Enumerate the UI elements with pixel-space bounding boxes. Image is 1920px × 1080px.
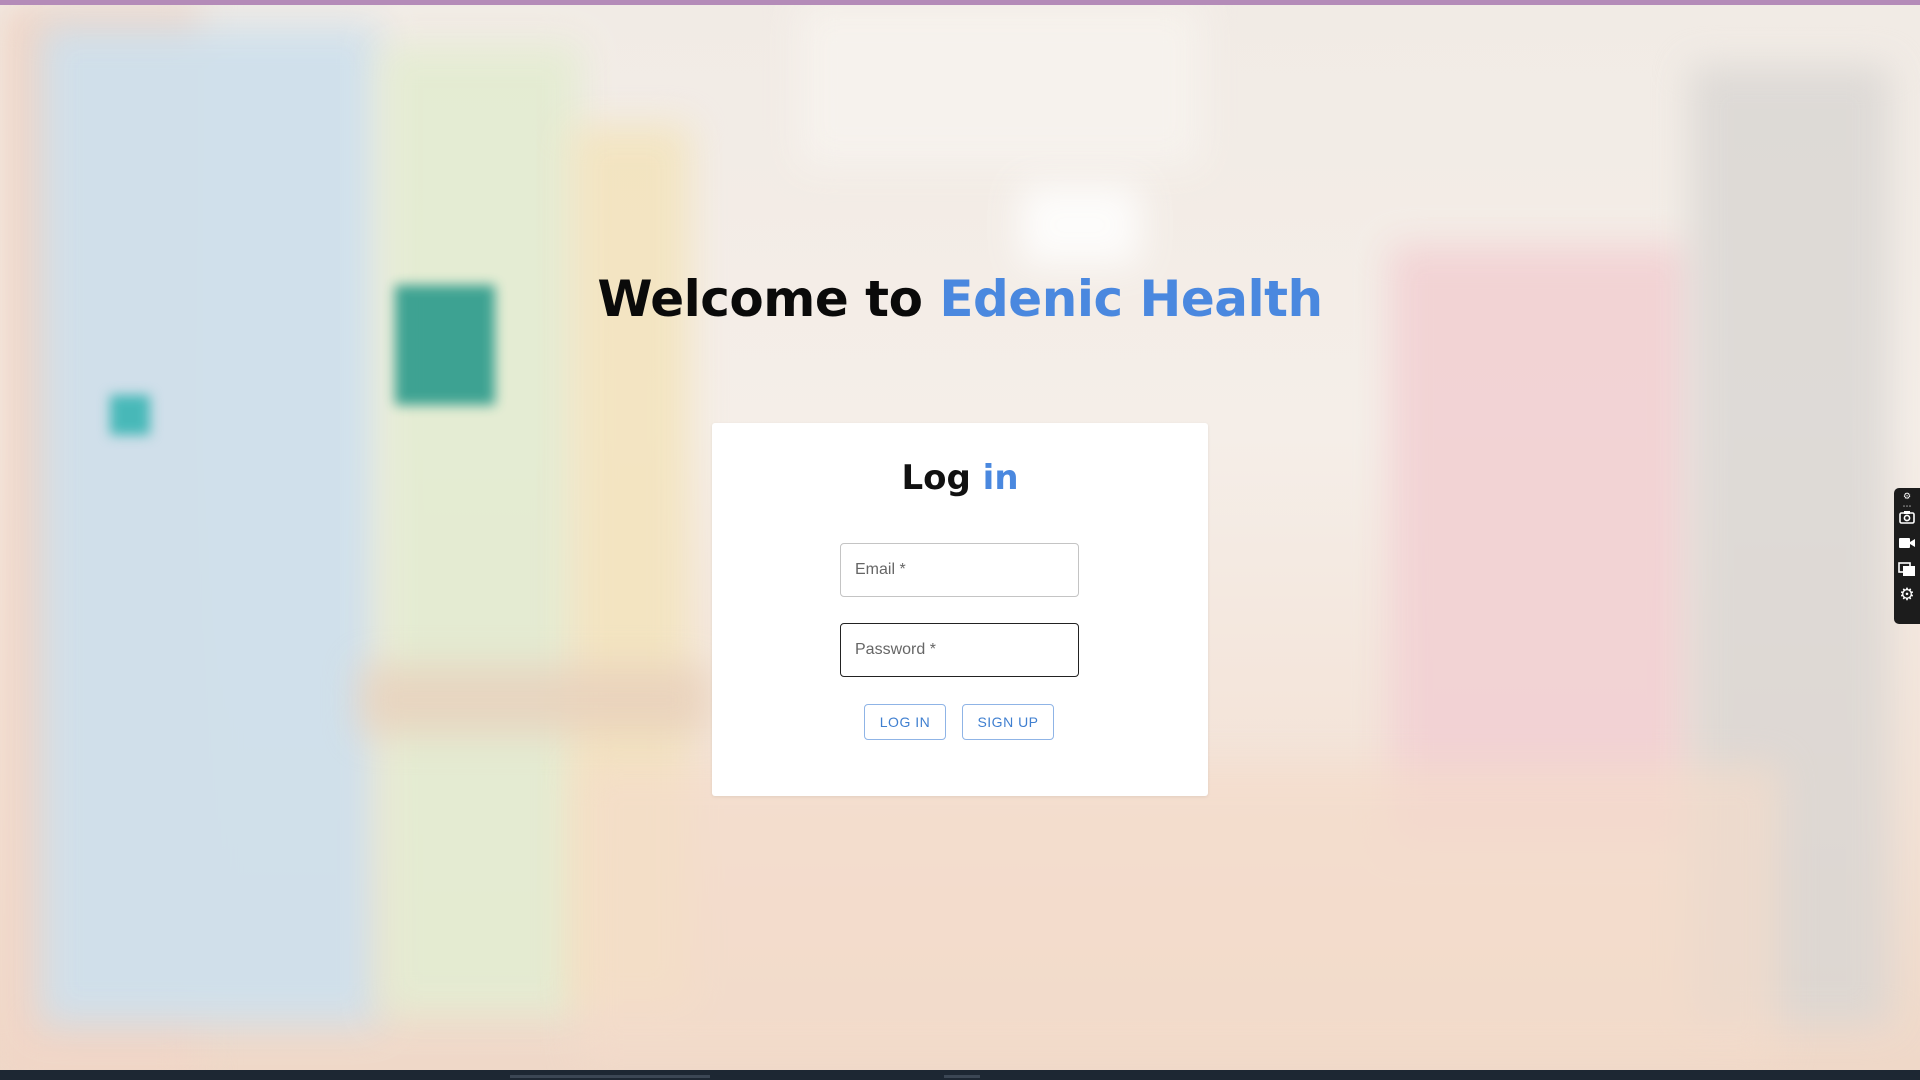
password-field-container (840, 623, 1079, 677)
password-field[interactable] (841, 624, 1078, 676)
settings-icon[interactable]: ⚙ (1898, 586, 1916, 604)
signup-button[interactable]: SIGN UP (962, 704, 1054, 740)
taskbar (0, 1070, 1920, 1080)
taskbar-item[interactable] (944, 1075, 980, 1078)
video-icon[interactable] (1898, 534, 1916, 552)
side-toolbar: ⚙ ⋯ ⚙ (1894, 488, 1920, 624)
welcome-prefix: Welcome to (597, 270, 923, 328)
brand-name: Edenic Health (939, 270, 1323, 328)
login-title: Log in (712, 458, 1208, 498)
welcome-heading: Welcome to Edenic Health (0, 270, 1920, 328)
chat-icon[interactable] (1898, 560, 1916, 578)
email-field[interactable] (841, 544, 1078, 596)
camera-icon[interactable] (1898, 508, 1916, 526)
login-button[interactable]: LOG IN (864, 704, 946, 740)
taskbar-item[interactable] (510, 1075, 710, 1078)
login-title-accent: in (982, 458, 1019, 498)
login-title-prefix: Log (901, 458, 971, 498)
login-card: Log in LOG IN SIGN UP (712, 423, 1208, 796)
gear-small-icon[interactable]: ⚙ ⋯ (1898, 492, 1916, 512)
email-field-container (840, 543, 1079, 597)
